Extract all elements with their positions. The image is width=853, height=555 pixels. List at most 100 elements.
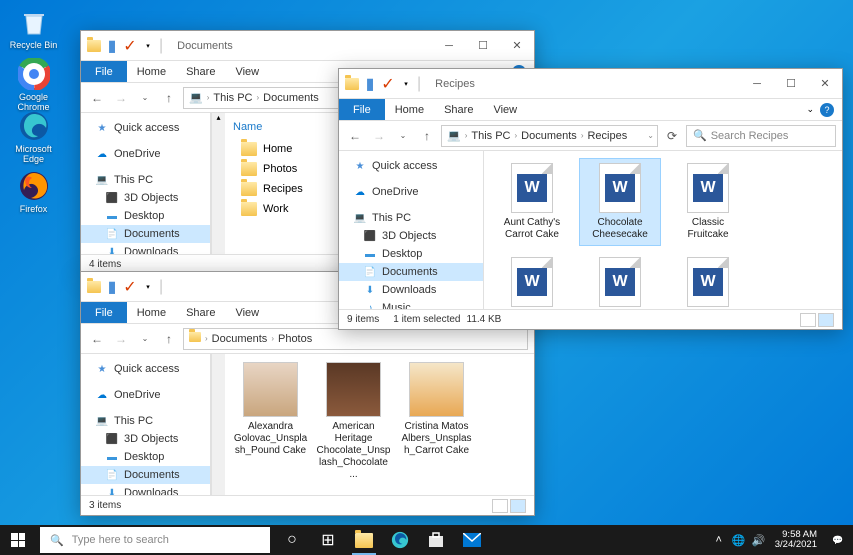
qat-check-icon[interactable]: ✓ [123,39,137,53]
title-bar[interactable]: ▮ ✓ ▾ | Recipes ─ ☐ ✕ [339,69,842,99]
nav-onedrive[interactable]: ☁OneDrive [339,183,483,201]
up-button[interactable]: ↑ [159,329,179,349]
clock[interactable]: 9:58 AM3/24/2021 [769,530,823,551]
desktop-icon-recycle-bin[interactable]: Recycle Bin [6,6,61,50]
view-details-button[interactable] [800,313,816,327]
scrollbar[interactable] [211,354,225,495]
share-tab[interactable]: Share [176,62,225,82]
view-tab[interactable]: View [225,303,269,323]
breadcrumb-item[interactable]: Photos [275,333,315,345]
notification-button[interactable]: 💬 [823,525,853,555]
start-button[interactable] [0,525,36,555]
forward-button[interactable]: → [111,88,131,108]
nav-this-pc[interactable]: 💻This PC [339,209,483,227]
refresh-button[interactable]: ⟳ [662,126,682,146]
close-button[interactable]: ✕ [808,70,842,98]
search-input[interactable]: 🔍Search Recipes [686,125,836,147]
nav-quick-access[interactable]: ★Quick access [81,360,210,378]
qat-check-icon[interactable]: ✓ [381,77,395,91]
nav-onedrive[interactable]: ☁OneDrive [81,145,210,163]
dropdown-icon[interactable]: ⌄ [646,131,655,140]
maximize-button[interactable]: ☐ [466,32,500,60]
file-tab[interactable]: File [339,99,385,120]
nav-item-documents[interactable]: 📄Documents [81,225,210,243]
desktop-icon-edge[interactable]: Microsoft Edge [6,110,61,164]
taskbar-item-explorer[interactable] [346,525,382,555]
navigation-pane[interactable]: ★Quick access ☁OneDrive 💻This PC ⬛3D Obj… [339,151,484,309]
file-item[interactable]: WClassic Fruitcake [668,159,748,245]
nav-onedrive[interactable]: ☁OneDrive [81,386,210,404]
back-button[interactable]: ← [345,126,365,146]
home-tab[interactable]: Home [127,303,176,323]
photo-item[interactable]: American Heritage Chocolate_Unsplash_Cho… [316,362,391,481]
help-icon[interactable]: ? [820,103,834,117]
nav-quick-access[interactable]: ★Quick access [81,119,210,137]
nav-item-downloads[interactable]: ⬇Downloads [81,243,210,254]
taskbar-item-store[interactable] [418,525,454,555]
navigation-pane[interactable]: ★Quick access ☁OneDrive 💻This PC ⬛3D Obj… [81,354,211,495]
view-tab[interactable]: View [483,100,527,120]
tray-network-icon[interactable]: 🌐 [729,525,749,555]
breadcrumb-item[interactable]: Documents [209,333,271,345]
content-pane[interactable]: Alexandra Golovac_Unsplash_Pound Cake Am… [225,354,534,495]
nav-item-downloads[interactable]: ⬇Downloads [81,484,210,495]
minimize-button[interactable]: ─ [432,32,466,60]
file-item[interactable]: WGerman Chocolate Cake [580,253,660,309]
back-button[interactable]: ← [87,88,107,108]
nav-item-documents[interactable]: 📄Documents [81,466,210,484]
qat-dropdown-icon[interactable]: ▾ [141,39,155,53]
desktop-icon-firefox[interactable]: Firefox [6,170,61,214]
view-icons-button[interactable] [510,499,526,513]
qat-item-icon[interactable]: ▮ [105,280,119,294]
file-tab[interactable]: File [81,61,127,82]
qat-dropdown-icon[interactable]: ▾ [141,280,155,294]
view-tab[interactable]: View [225,62,269,82]
nav-item-desktop[interactable]: ▬Desktop [81,448,210,466]
navigation-pane[interactable]: ★Quick access ☁OneDrive 💻This PC ⬛3D Obj… [81,113,211,254]
qat-item-icon[interactable]: ▮ [363,77,377,91]
file-item[interactable]: WChocolate Cheesecake [580,159,660,245]
scrollbar[interactable]: ▴ [211,113,225,254]
home-tab[interactable]: Home [385,100,434,120]
file-item[interactable]: WAunt Cathy's Carrot Cake [492,159,572,245]
file-item[interactable]: WJeremy's Low-Fat Cheesecake [668,253,748,309]
breadcrumb-item[interactable]: This PC [468,130,513,142]
recent-button[interactable]: ⌄ [135,329,155,349]
nav-item-downloads[interactable]: ⬇Downloads [339,281,483,299]
share-tab[interactable]: Share [176,303,225,323]
nav-item-3d[interactable]: ⬛3D Objects [81,189,210,207]
breadcrumb-item[interactable]: Documents [260,92,322,104]
back-button[interactable]: ← [87,329,107,349]
nav-this-pc[interactable]: 💻This PC [81,412,210,430]
photo-item[interactable]: Alexandra Golovac_Unsplash_Pound Cake [233,362,308,481]
up-button[interactable]: ↑ [159,88,179,108]
up-button[interactable]: ↑ [417,126,437,146]
view-icons-button[interactable] [818,313,834,327]
task-view-button[interactable]: ⊞ [310,525,346,555]
file-tab[interactable]: File [81,302,127,323]
forward-button[interactable]: → [111,329,131,349]
close-button[interactable]: ✕ [500,32,534,60]
breadcrumb[interactable]: › Documents› Photos [183,328,528,350]
nav-item-3d[interactable]: ⬛3D Objects [339,227,483,245]
view-details-button[interactable] [492,499,508,513]
desktop-icon-chrome[interactable]: Google Chrome [6,58,61,112]
nav-item-3d[interactable]: ⬛3D Objects [81,430,210,448]
title-bar[interactable]: ▮ ✓ ▾ | Documents ─ ☐ ✕ [81,31,534,61]
cortana-button[interactable]: ○ [274,525,310,555]
taskbar-search[interactable]: 🔍Type here to search [40,527,270,553]
share-tab[interactable]: Share [434,100,483,120]
breadcrumb-item[interactable]: Recipes [584,130,630,142]
qat-item-icon[interactable]: ▮ [105,39,119,53]
maximize-button[interactable]: ☐ [774,70,808,98]
home-tab[interactable]: Home [127,62,176,82]
nav-this-pc[interactable]: 💻This PC [81,171,210,189]
minimize-button[interactable]: ─ [740,70,774,98]
content-pane[interactable]: WAunt Cathy's Carrot CakeWChocolate Chee… [484,151,842,309]
photo-item[interactable]: Cristina Matos Albers_Unsplash_Carrot Ca… [399,362,474,481]
breadcrumb-item[interactable]: This PC [210,92,255,104]
nav-item-documents[interactable]: 📄Documents [339,263,483,281]
nav-quick-access[interactable]: ★Quick access [339,157,483,175]
taskbar-item-mail[interactable] [454,525,490,555]
nav-item-desktop[interactable]: ▬Desktop [81,207,210,225]
